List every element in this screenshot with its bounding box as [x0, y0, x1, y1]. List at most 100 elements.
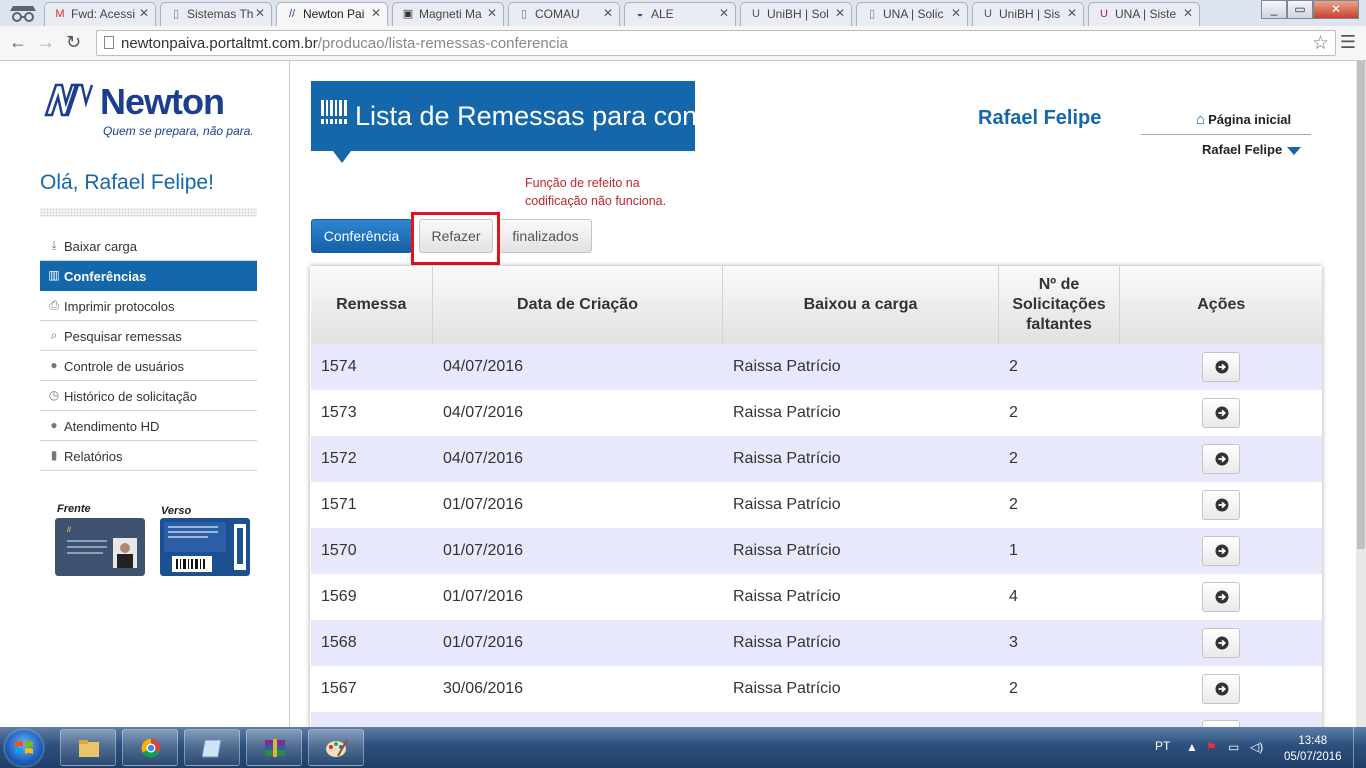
- close-tab-icon[interactable]: ✕: [951, 6, 961, 20]
- browser-tab[interactable]: ▯ UNA | Solic ✕: [856, 2, 968, 26]
- taskbar-winrar[interactable]: [246, 729, 302, 766]
- cell-faltantes: 2: [998, 390, 1120, 436]
- forward-arrow-icon[interactable]: →: [37, 32, 55, 53]
- open-remessa-button[interactable]: [1202, 628, 1241, 658]
- close-tab-icon[interactable]: ✕: [1183, 6, 1193, 20]
- open-remessa-button[interactable]: [1202, 352, 1241, 382]
- close-tab-icon[interactable]: ✕: [603, 6, 613, 20]
- open-remessa-button[interactable]: [1202, 720, 1241, 727]
- browser-tab[interactable]: ▯ Sistemas Th ✕: [160, 2, 272, 26]
- start-button[interactable]: [5, 730, 43, 766]
- bar-chart-icon: ▮: [50, 448, 58, 462]
- volume-icon[interactable]: ◁): [1250, 740, 1263, 754]
- show-desktop-button[interactable]: [1353, 727, 1366, 768]
- user-menu-dropdown[interactable]: Rafael Felipe: [1202, 142, 1302, 157]
- close-tab-icon[interactable]: ✕: [487, 6, 497, 20]
- home-link[interactable]: ⌂ Página inicial: [1196, 111, 1291, 128]
- action-center-icon[interactable]: ⚑: [1206, 740, 1217, 754]
- open-remessa-button[interactable]: [1202, 444, 1241, 474]
- taskbar-paint[interactable]: [308, 729, 364, 766]
- bookmark-star-icon[interactable]: ☆: [1312, 32, 1329, 55]
- tray-expand-icon[interactable]: ▲: [1186, 740, 1198, 754]
- sidebar-item-controle-de-usuarios[interactable]: ● Controle de usuários: [40, 351, 257, 381]
- user-icon: ●: [50, 418, 58, 432]
- col-header-solicitacoes-faltantes[interactable]: Nº de Solicitações faltantes: [998, 266, 1120, 344]
- minimize-button[interactable]: _: [1261, 0, 1287, 19]
- cell-baixou-carga: Raissa Patrício: [722, 344, 999, 390]
- sidebar-item-baixar-carga[interactable]: ⤓ Baixar carga: [40, 231, 257, 261]
- open-remessa-button[interactable]: [1202, 582, 1241, 612]
- browser-tab[interactable]: U UNA | Siste ✕: [1088, 2, 1200, 26]
- close-window-button[interactable]: ✕: [1313, 0, 1359, 19]
- page-content: Newton Quem se prepara, não para. Olá, R…: [0, 61, 1356, 727]
- reload-icon[interactable]: ↻: [66, 32, 81, 53]
- cell-faltantes: 3: [998, 620, 1120, 666]
- address-bar[interactable]: newtonpaiva.portaltmt.com.br/producao/li…: [96, 30, 1336, 56]
- taskbar-explorer[interactable]: [60, 729, 116, 766]
- sidebar-item-imprimir-protocolos[interactable]: ⎙ Imprimir protocolos: [40, 291, 257, 321]
- sidebar-item-atendimento-hd[interactable]: ● Atendimento HD: [40, 411, 257, 441]
- close-tab-icon[interactable]: ✕: [835, 6, 845, 20]
- cell-faltantes: [998, 712, 1120, 727]
- browser-tab[interactable]: M Fwd: Acessi ✕: [44, 2, 156, 26]
- cell-baixou-carga: Raissa Patrício: [722, 666, 999, 712]
- sidebar-item-conferencias[interactable]: ▥ Conferências: [40, 261, 257, 291]
- browser-tab[interactable]: ▣ Magneti Ma ✕: [392, 2, 504, 26]
- sidebar-item-relatorios[interactable]: ▮ Relatórios: [40, 441, 257, 471]
- network-icon[interactable]: ▭: [1228, 740, 1239, 754]
- col-header-baixou-carga[interactable]: Baixou a carga: [722, 266, 999, 344]
- open-remessa-button[interactable]: [1202, 536, 1241, 566]
- windows-taskbar: PT ▲ ⚑ ▭ ◁) 13:48 05/07/2016: [0, 727, 1366, 768]
- sidebar-item-historico-de-solicitacao[interactable]: ◷ Histórico de solicitação: [40, 381, 257, 411]
- scrollbar-thumb[interactable]: [1357, 61, 1365, 549]
- arrow-right-circle-icon: [1215, 590, 1229, 604]
- arrow-right-circle-icon: [1215, 544, 1229, 558]
- browser-tab[interactable]: ▯ COMAU ✕: [508, 2, 620, 26]
- page-icon: ▯: [868, 8, 876, 20]
- notepad-icon: [202, 739, 222, 758]
- browser-tab[interactable]: U UniBH | Sis ✕: [972, 2, 1084, 26]
- browser-tab-active[interactable]: // Newton Pai ✕: [276, 2, 388, 26]
- cell-remessa: 1570: [310, 528, 433, 574]
- close-tab-icon[interactable]: ✕: [371, 6, 381, 20]
- barcode-icon: ▥: [48, 268, 60, 282]
- clock[interactable]: 13:48 05/07/2016: [1284, 733, 1342, 765]
- table-row: 1569 01/07/2016 Raissa Patrício 4: [310, 574, 1322, 620]
- back-arrow-icon[interactable]: ←: [9, 32, 27, 53]
- tab-finalizados[interactable]: finalizados: [499, 219, 592, 253]
- table-row: 1572 04/07/2016 Raissa Patrício 2: [310, 436, 1322, 482]
- newton-logo[interactable]: Newton Quem se prepara, não para.: [40, 81, 260, 141]
- cell-data-criacao: 01/07/2016: [432, 482, 723, 528]
- annotation-highlight-box: [411, 212, 500, 265]
- arrow-right-circle-icon: [1215, 636, 1229, 650]
- open-remessa-button[interactable]: [1202, 490, 1241, 520]
- ale-icon: ◒: [636, 8, 644, 20]
- card-back-label: Verso: [161, 505, 192, 517]
- cell-data-criacao: 01/07/2016: [432, 528, 723, 574]
- tab-conferencia[interactable]: Conferência: [311, 219, 412, 253]
- browser-tab[interactable]: ◒ ALE ✕: [624, 2, 736, 26]
- open-remessa-button[interactable]: [1202, 398, 1241, 428]
- col-header-data-criacao[interactable]: Data de Criação: [432, 266, 723, 344]
- close-tab-icon[interactable]: ✕: [139, 6, 149, 20]
- col-header-remessa[interactable]: Remessa: [310, 266, 433, 344]
- close-tab-icon[interactable]: ✕: [1067, 6, 1077, 20]
- open-remessa-button[interactable]: [1202, 674, 1241, 704]
- taskbar-chrome[interactable]: [122, 729, 178, 766]
- close-tab-icon[interactable]: ✕: [719, 6, 729, 20]
- taskbar-notepad[interactable]: [184, 729, 240, 766]
- dotted-divider: [40, 208, 257, 217]
- language-indicator[interactable]: PT: [1155, 739, 1170, 753]
- cell-acoes: [1119, 436, 1322, 482]
- sidebar-item-pesquisar-remessas[interactable]: ⌕ Pesquisar remessas: [40, 321, 257, 351]
- tab-title: UniBH | Sis: [999, 7, 1061, 21]
- cell-acoes: [1119, 666, 1322, 712]
- browser-menu-icon[interactable]: ☰: [1340, 32, 1356, 53]
- table-row: 1574 04/07/2016 Raissa Patrício 2: [310, 344, 1322, 390]
- remessas-table: Remessa Data de Criação Baixou a carga N…: [310, 266, 1322, 727]
- browser-tab[interactable]: U UniBH | Sol ✕: [740, 2, 852, 26]
- page-scrollbar[interactable]: [1356, 61, 1366, 727]
- maximize-button[interactable]: ▭: [1287, 0, 1313, 19]
- cell-baixou-carga: Raissa Patrício: [722, 620, 999, 666]
- close-tab-icon[interactable]: ✕: [255, 6, 265, 20]
